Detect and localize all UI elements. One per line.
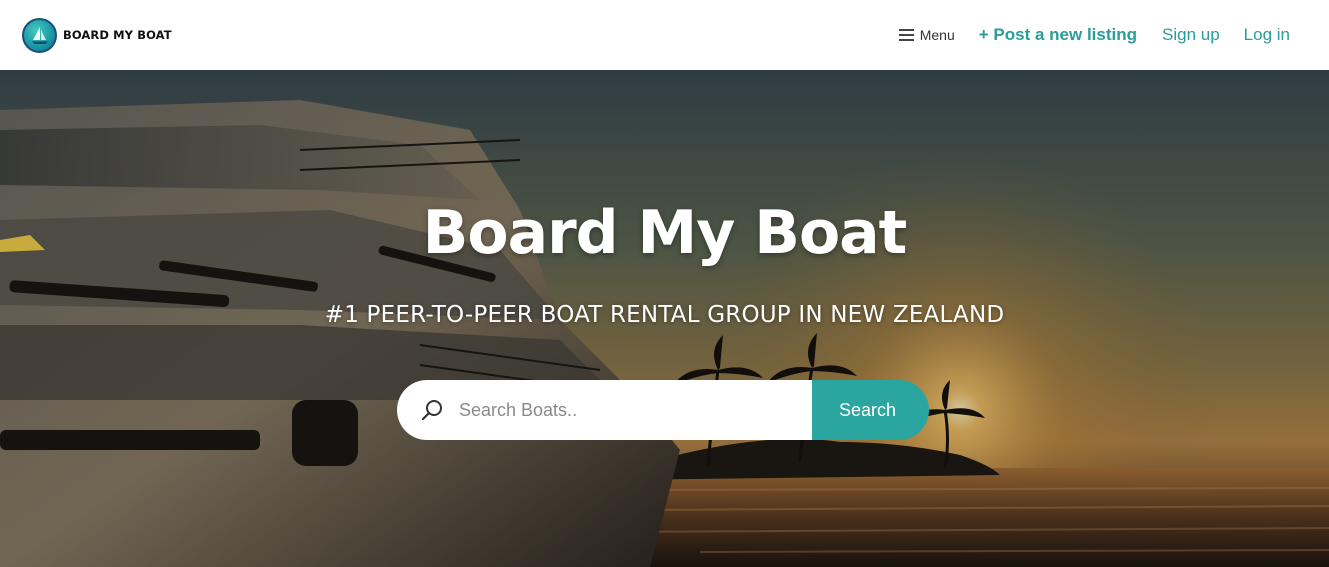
site-header: BOARD MY BOAT Menu + Post a new listing … [0,0,1329,70]
main-nav: Menu + Post a new listing Sign up Log in [898,25,1290,45]
menu-label: Menu [919,27,955,43]
hero-section: Board My Boat #1 PEER-TO-PEER BOAT RENTA… [0,70,1329,567]
brand-name: BOARD MY BOAT [63,28,172,42]
search-button[interactable]: Search [812,380,929,440]
post-listing-link[interactable]: + Post a new listing [979,25,1137,45]
hero-title: Board My Boat [422,198,908,268]
search-box[interactable] [397,380,812,440]
menu-button[interactable]: Menu [898,27,955,43]
sailboat-icon [22,17,57,53]
log-in-link[interactable]: Log in [1244,25,1290,45]
hamburger-icon [898,29,914,41]
search-form: Search [397,380,929,440]
hero-subtitle: #1 PEER-TO-PEER BOAT RENTAL GROUP IN NEW… [324,302,1005,328]
sign-up-link[interactable]: Sign up [1162,25,1220,45]
search-input[interactable] [459,399,799,421]
search-icon [421,400,442,421]
brand-logo-link[interactable]: BOARD MY BOAT [22,17,172,53]
